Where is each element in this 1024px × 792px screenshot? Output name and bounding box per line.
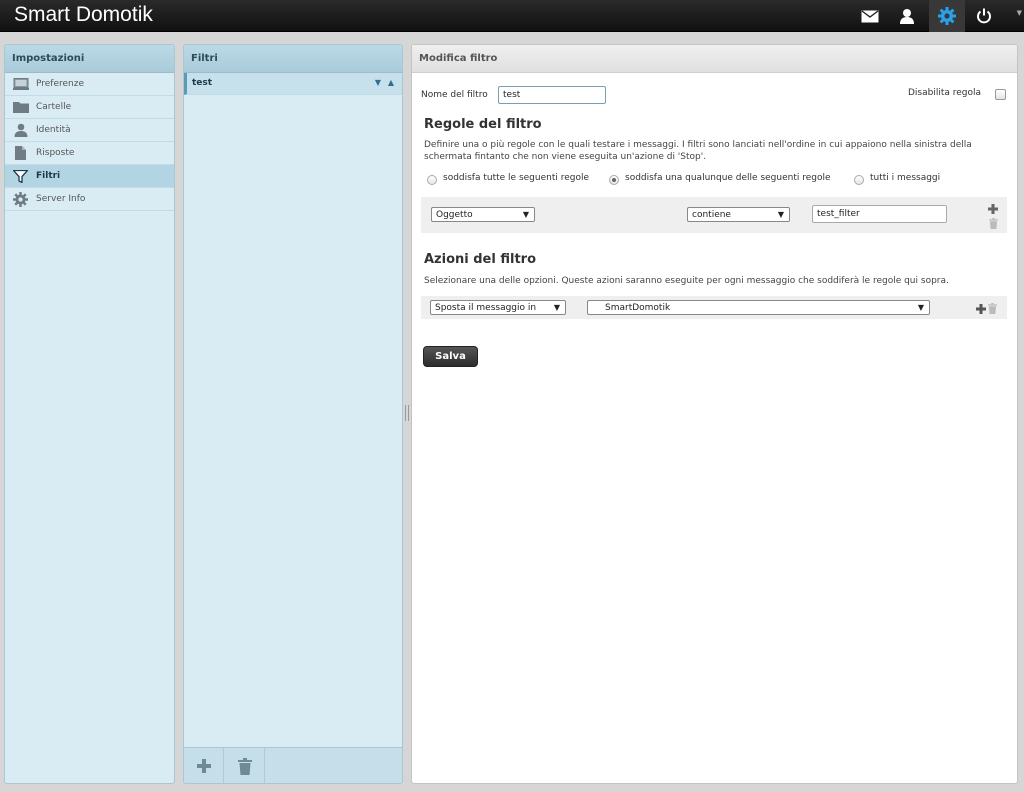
rule-operator-select[interactable]: contiene ▼ — [687, 207, 790, 222]
match-any-radio[interactable] — [609, 175, 619, 185]
filters-panel: Filtri test ▼ ▲ — [183, 44, 403, 784]
person-icon — [12, 123, 29, 137]
filter-name-input[interactable]: test — [498, 86, 606, 104]
power-icon — [977, 8, 991, 24]
add-rule-button[interactable] — [987, 203, 999, 214]
sidebar-item-filters[interactable]: Filtri — [5, 165, 174, 188]
app-title: Smart Domotik — [14, 3, 153, 26]
document-icon — [12, 146, 29, 160]
add-filter-button[interactable] — [184, 748, 224, 783]
plus-icon — [196, 759, 211, 773]
sidebar-item-server-info[interactable]: Server Info — [5, 188, 174, 211]
filter-name-label: Nome del filtro — [421, 90, 488, 100]
mail-button[interactable] — [852, 0, 888, 32]
settings-gear-icon — [938, 7, 956, 25]
match-all-messages-radio[interactable] — [854, 175, 864, 185]
trash-icon — [237, 757, 252, 775]
trash-icon — [988, 302, 997, 314]
chevron-down-icon: ▼ — [917, 303, 924, 312]
chevron-down-icon: ▼ — [777, 210, 784, 219]
settings-panel-title: Impostazioni — [5, 45, 174, 73]
folder-icon — [12, 100, 29, 114]
sidebar-item-label: Risposte — [36, 148, 75, 158]
edit-panel-title: Modifica filtro — [412, 45, 1017, 73]
match-all-label: soddisfa tutte le seguenti regole — [443, 173, 590, 183]
rule-field-select[interactable]: Oggetto ▼ — [431, 207, 535, 222]
mail-icon — [861, 9, 879, 22]
chevron-down-icon: ▼ — [522, 210, 529, 219]
action-type-value: Sposta il messaggio in — [435, 303, 537, 313]
actions-heading: Azioni del filtro — [424, 252, 537, 267]
settings-panel: Impostazioni Preferenze Cartelle Identit… — [4, 44, 175, 784]
rule-value-input[interactable]: test_filter — [812, 205, 947, 223]
monitor-icon — [12, 77, 29, 91]
action-target-select[interactable]: SmartDomotik ▼ — [587, 300, 930, 315]
rules-description: Definire una o più regole con le quali t… — [424, 140, 972, 162]
logout-button[interactable] — [966, 0, 1002, 32]
rules-heading: Regole del filtro — [424, 117, 542, 132]
match-all-messages-label: tutti i messaggi — [870, 173, 941, 183]
chevron-down-icon[interactable]: ▼ — [1017, 9, 1022, 17]
add-action-button[interactable] — [975, 303, 986, 314]
save-button[interactable]: Salva — [423, 346, 478, 367]
chevron-down-icon: ▼ — [553, 303, 560, 312]
filters-footer — [184, 747, 402, 783]
reorder-arrows-icon[interactable]: ▼ ▲ — [375, 78, 396, 87]
action-target-value: SmartDomotik — [605, 303, 671, 313]
settings-button[interactable] — [929, 0, 965, 32]
top-bar: Smart Domotik ▼ — [0, 0, 1024, 32]
disable-rule-checkbox[interactable] — [995, 89, 1006, 100]
funnel-icon — [12, 169, 29, 183]
filter-name: test — [192, 78, 213, 88]
panel-resize-handle[interactable] — [405, 405, 409, 421]
filters-panel-title: Filtri — [184, 45, 402, 73]
disable-rule-label: Disabilita regola — [908, 88, 982, 98]
actions-description: Selezionare una delle opzioni. Queste az… — [424, 276, 949, 286]
sidebar-item-folders[interactable]: Cartelle — [5, 96, 174, 119]
user-icon — [900, 9, 914, 24]
rule-operator-value: contiene — [692, 210, 731, 220]
sidebar-item-label: Cartelle — [36, 102, 72, 112]
filter-list-item[interactable]: test ▼ ▲ — [184, 73, 402, 95]
plus-icon — [975, 303, 986, 314]
delete-action-button[interactable] — [987, 302, 998, 314]
action-type-select[interactable]: Sposta il messaggio in ▼ — [430, 300, 566, 315]
match-all-radio[interactable] — [427, 175, 437, 185]
delete-filter-button[interactable] — [225, 748, 265, 783]
plus-icon — [988, 203, 998, 214]
match-any-label: soddisfa una qualunque delle seguenti re… — [625, 173, 831, 183]
trash-icon — [988, 217, 998, 229]
sidebar-item-label: Server Info — [36, 194, 86, 204]
sidebar-item-responses[interactable]: Risposte — [5, 142, 174, 165]
sidebar-item-label: Identità — [36, 125, 71, 135]
sidebar-item-label: Filtri — [36, 171, 61, 181]
sidebar-item-identities[interactable]: Identità — [5, 119, 174, 142]
gear-icon — [12, 191, 29, 207]
user-button[interactable] — [889, 0, 925, 32]
sidebar-item-label: Preferenze — [36, 79, 85, 89]
delete-rule-button[interactable] — [987, 217, 999, 229]
rule-field-value: Oggetto — [436, 210, 473, 220]
sidebar-item-preferences[interactable]: Preferenze — [5, 73, 174, 96]
